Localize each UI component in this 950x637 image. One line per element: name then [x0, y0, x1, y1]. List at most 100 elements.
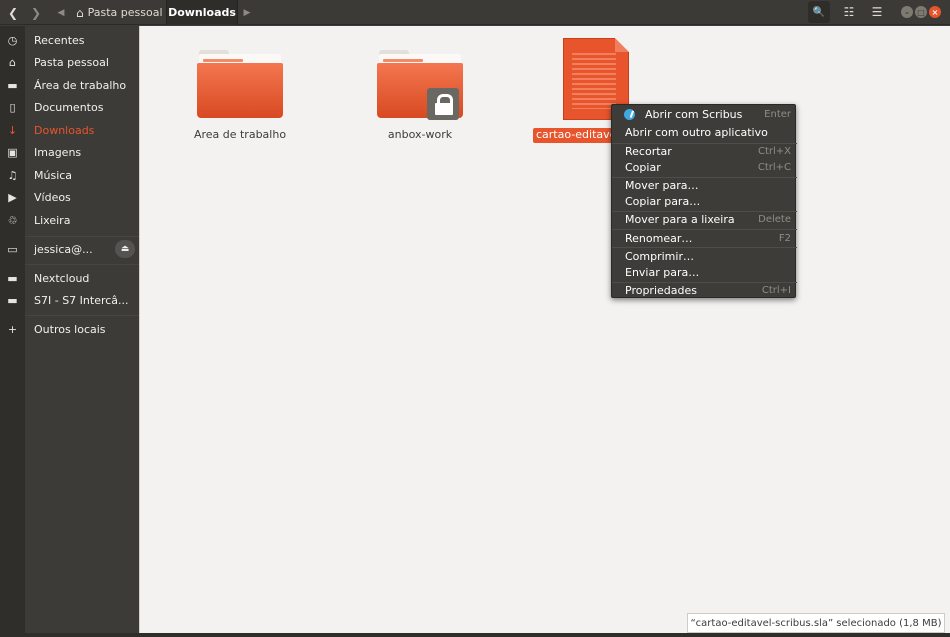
sidebar-item-label: Imagens	[34, 145, 82, 159]
window-bottom-edge	[0, 633, 950, 637]
menu-item-label: Enviar para…	[625, 266, 700, 279]
maximize-icon: □	[917, 7, 925, 17]
sidebar-item-nextcloud[interactable]: ▬ Nextcloud	[0, 267, 139, 289]
sidebar-item-label: Documentos	[34, 100, 104, 114]
menu-item-label: Propriedades	[625, 284, 697, 297]
sidebar-item-s7i[interactable]: ▬ S7I - S7 Intercâ...	[0, 289, 139, 311]
download-icon: ↓	[7, 123, 18, 137]
trash-icon: ♲	[7, 213, 18, 227]
eject-button[interactable]: ⏏	[115, 240, 135, 258]
folder-icon	[197, 50, 283, 120]
menu-item-abrir-com-outro[interactable]: Abrir com outro aplicativo	[612, 124, 797, 141]
sidebar-item-musica[interactable]: ♫ Música	[0, 164, 139, 186]
lock-icon	[427, 88, 459, 120]
close-button[interactable]: ×	[929, 6, 941, 18]
sidebar-item-outros-locais[interactable]: + Outros locais	[0, 318, 139, 340]
menu-item-mover-para[interactable]: Mover para…	[612, 177, 797, 194]
triangle-right-icon: ▶	[243, 7, 251, 18]
menu-item-label: Comprimir…	[625, 250, 694, 263]
sidebar-item-downloads[interactable]: ↓ Downloads	[0, 119, 139, 141]
menu-item-copiar-para[interactable]: Copiar para…	[612, 193, 797, 210]
plus-icon: +	[7, 322, 18, 336]
menu-item-label: Mover para…	[625, 179, 699, 192]
sidebar-item-documentos[interactable]: ▯ Documentos	[0, 96, 139, 118]
sidebar-item-label: Outros locais	[34, 322, 106, 336]
chevron-right-icon: ❯	[30, 5, 42, 20]
sidebar-item-label: Vídeos	[34, 190, 71, 204]
sidebar-item-label: Pasta pessoal	[34, 55, 109, 69]
close-icon: ×	[931, 7, 939, 17]
sidebar-item-jessica[interactable]: ▭ jessica@... ⏏	[0, 238, 139, 260]
home-icon: ⌂	[76, 5, 84, 20]
sidebar-item-recentes[interactable]: ◷ Recentes	[0, 29, 139, 51]
video-icon: ▶	[8, 190, 17, 204]
view-toggle-button[interactable]: ☷	[838, 1, 860, 23]
breadcrumb-home-label: Pasta pessoal	[87, 6, 163, 19]
sidebar-divider	[25, 315, 139, 316]
sidebar-item-imagens[interactable]: ▣ Imagens	[0, 141, 139, 163]
home-icon: ⌂	[9, 55, 16, 69]
menu-item-recortar[interactable]: Recortar Ctrl+X	[612, 143, 797, 160]
status-text: “cartao-editavel-scribus.sla” selecionad…	[690, 617, 942, 629]
sidebar-item-label: Nextcloud	[34, 271, 90, 285]
menu-item-label: Mover para a lixeira	[625, 213, 735, 226]
sidebar-item-label: Downloads	[34, 123, 95, 137]
breadcrumb-current-label: Downloads	[168, 6, 236, 19]
maximize-button[interactable]: □	[915, 6, 927, 18]
sidebar-item-pasta-pessoal[interactable]: ⌂ Pasta pessoal	[0, 51, 139, 73]
menu-item-label: Renomear…	[625, 232, 693, 245]
file-view[interactable]: Area de trabalho anbox-work cartao-edita…	[139, 26, 950, 637]
menu-item-label: Copiar para…	[625, 195, 701, 208]
computer-icon: ▭	[7, 242, 18, 256]
clock-icon: ◷	[7, 33, 18, 47]
file-name: Area de trabalho	[193, 128, 287, 141]
file-item-folder-locked[interactable]: anbox-work	[350, 36, 490, 146]
search-button[interactable]: 🔍	[808, 1, 830, 23]
context-menu: Abrir com Scribus Enter Abrir com outro …	[611, 104, 797, 299]
menu-item-shortcut: Ctrl+I	[761, 285, 791, 296]
file-item-folder[interactable]: Area de trabalho	[170, 36, 310, 146]
menu-item-shortcut: Enter	[764, 109, 791, 120]
sidebar-item-area-de-trabalho[interactable]: ▬ Área de trabalho	[0, 74, 139, 96]
header-bar: ❮ ❯ ◀ ⌂ Pasta pessoal Downloads ▶ 🔍 ☷ ☰ …	[0, 0, 950, 25]
scribus-icon	[624, 109, 635, 120]
sidebar-item-label: Área de trabalho	[34, 78, 127, 92]
menu-item-renomear[interactable]: Renomear… F2	[612, 230, 797, 247]
menu-item-shortcut: Ctrl+X	[757, 146, 791, 157]
menu-item-propriedades[interactable]: Propriedades Ctrl+I	[612, 282, 797, 299]
sidebar-item-label: S7I - S7 Intercâ...	[34, 293, 129, 307]
menu-button[interactable]: ☰	[866, 1, 888, 23]
sidebar: ◷ Recentes ⌂ Pasta pessoal ▬ Área de tra…	[0, 26, 139, 637]
folder-icon	[377, 50, 463, 120]
search-icon: 🔍	[812, 6, 826, 18]
status-bar: “cartao-editavel-scribus.sla” selecionad…	[687, 613, 945, 633]
breadcrumb-scroll-right-button[interactable]: ▶	[240, 0, 254, 25]
breadcrumb-home[interactable]: ⌂ Pasta pessoal	[70, 0, 169, 25]
menu-item-copiar[interactable]: Copiar Ctrl+C	[612, 159, 797, 176]
back-button[interactable]: ❮	[2, 0, 24, 25]
camera-icon: ▣	[7, 145, 18, 159]
menu-item-comprimir[interactable]: Comprimir…	[612, 248, 797, 265]
minimize-icon: –	[905, 7, 909, 17]
folder-icon: ▬	[7, 293, 18, 307]
menu-item-mover-lixeira[interactable]: Mover para a lixeira Delete	[612, 211, 797, 228]
sidebar-item-label: jessica@...	[34, 242, 93, 256]
menu-item-enviar-para[interactable]: Enviar para…	[612, 264, 797, 281]
sidebar-divider	[25, 264, 139, 265]
triangle-left-icon: ◀	[57, 7, 65, 18]
menu-item-label: Abrir com Scribus	[645, 108, 743, 121]
sidebar-item-videos[interactable]: ▶ Vídeos	[0, 186, 139, 208]
sidebar-item-lixeira[interactable]: ♲ Lixeira	[0, 209, 139, 231]
menu-item-abrir-com-scribus[interactable]: Abrir com Scribus Enter	[612, 106, 797, 123]
minimize-button[interactable]: –	[901, 6, 913, 18]
sidebar-item-label: Música	[34, 168, 73, 182]
sidebar-divider	[25, 236, 139, 237]
folder-icon: ▬	[7, 271, 18, 285]
music-icon: ♫	[7, 168, 18, 182]
breadcrumb-scroll-left-button[interactable]: ◀	[54, 0, 68, 25]
list-view-icon: ☷	[843, 5, 855, 19]
breadcrumb-current[interactable]: Downloads	[166, 0, 238, 25]
forward-button[interactable]: ❯	[25, 0, 47, 25]
file-name: anbox-work	[387, 128, 453, 141]
sidebar-item-label: Recentes	[34, 33, 85, 47]
